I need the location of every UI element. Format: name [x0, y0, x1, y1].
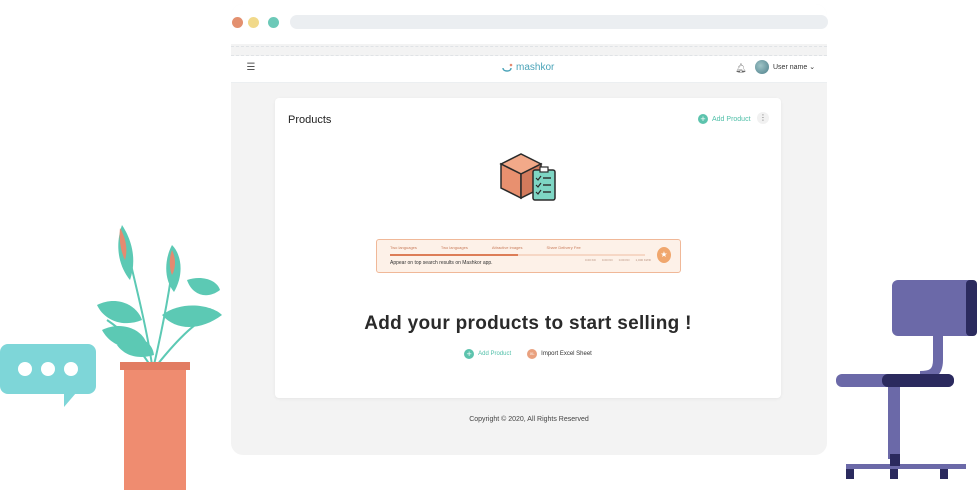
promo-stat: 0.00 KD	[601, 258, 613, 262]
bell-icon[interactable]: 🔔︎	[735, 63, 746, 74]
address-bar[interactable]	[290, 15, 828, 29]
promo-progress-fill	[390, 254, 518, 256]
menu-icon[interactable]: ☰	[245, 62, 257, 74]
excel-icon: XL	[527, 349, 538, 359]
brand-logo[interactable]: mashkor	[501, 62, 554, 73]
import-excel-button[interactable]: XL Import Excel Sheet	[527, 349, 592, 359]
username-label: User name	[773, 64, 808, 71]
promo-text: Appear on top search results on Mashkor …	[390, 260, 493, 266]
page-title: Products	[288, 114, 332, 126]
user-menu[interactable]: User name ⌄	[773, 63, 815, 71]
brand-name: mashkor	[516, 62, 555, 73]
chat-bubble-illustration	[0, 344, 96, 394]
promo-step-labels: Two languages Two languages Attractive i…	[390, 245, 605, 250]
app-header: ☰ mashkor 🔔︎ User name ⌄	[231, 56, 827, 83]
header-add-product-button[interactable]: + Add Product	[698, 114, 751, 124]
promo-step-label: Two languages	[440, 245, 468, 250]
box-checklist-icon	[499, 153, 556, 201]
chat-dot	[64, 362, 78, 376]
chair-illustration	[836, 280, 977, 479]
promo-step-label: Attractive images	[491, 245, 523, 250]
add-product-button[interactable]: + Add Product	[464, 349, 511, 359]
promo-step-label: Two languages	[390, 245, 417, 250]
promo-progress-strip: Two languages Two languages Attractive i…	[376, 239, 681, 273]
chat-dot	[18, 362, 32, 376]
divider	[231, 46, 827, 56]
empty-state-headline: Add your products to start selling !	[364, 313, 692, 334]
mashkor-logo-icon	[502, 63, 513, 72]
import-excel-label: Import Excel Sheet	[541, 351, 592, 357]
window-maximize-dot[interactable]	[268, 17, 279, 28]
chat-dot	[41, 362, 55, 376]
header-add-product-label: Add Product	[712, 115, 751, 123]
promo-progress-track	[390, 254, 645, 256]
promo-step-label: Share Delivery Fee	[546, 245, 581, 250]
more-vertical-icon[interactable]: ⋮	[757, 112, 769, 124]
add-product-label: Add Product	[478, 351, 512, 357]
browser-window: ☰ mashkor 🔔︎ User name ⌄ Products + Add …	[231, 4, 828, 455]
window-minimize-dot[interactable]	[248, 17, 259, 28]
promo-stats: 0.00 KD 0.00 KD 0.00 KD 1,000 KWD	[585, 258, 651, 262]
plant-illustration	[97, 225, 222, 490]
chevron-down-icon: ⌄	[809, 64, 816, 71]
promo-stat: 0.00 KD	[618, 258, 630, 262]
plus-icon: +	[698, 114, 708, 124]
window-close-dot[interactable]	[232, 17, 243, 28]
promo-stat: 1,000 KWD	[635, 258, 651, 262]
chat-bubble-tail	[64, 393, 76, 407]
browser-titlebar	[231, 4, 828, 44]
footer-copyright: Copyright © 2020, All Rights Reserved	[469, 416, 589, 423]
empty-state-actions: + Add Product XL Import Excel Sheet	[275, 349, 781, 359]
plus-icon: +	[464, 349, 475, 359]
trophy-icon: ★	[657, 247, 671, 263]
products-card: Products + Add Product ⋮ Two languages T…	[275, 98, 781, 398]
promo-stat: 0.00 KD	[585, 258, 596, 262]
avatar[interactable]	[755, 60, 769, 74]
